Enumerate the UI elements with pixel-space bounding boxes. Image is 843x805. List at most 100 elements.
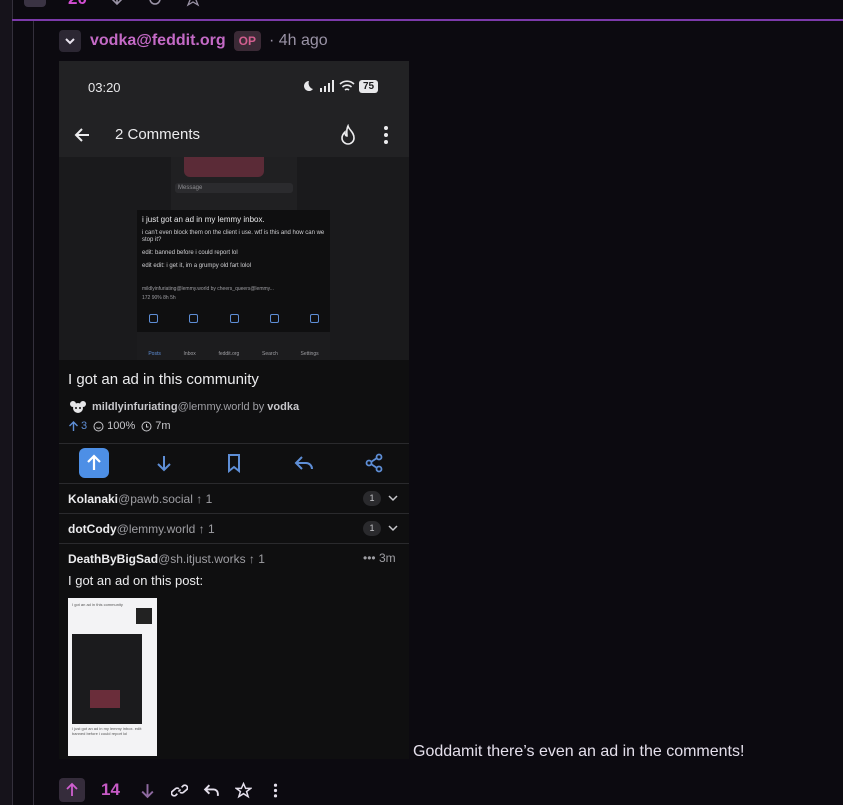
thumb-post-title: I got an ad in this community <box>72 602 123 607</box>
nested-image-fragment <box>184 157 264 177</box>
parent-upvote-button[interactable] <box>24 0 46 7</box>
post-upvote-button <box>79 448 109 478</box>
post-votes: 3 <box>81 420 88 432</box>
nested-post-title: i just got an ad in my lemmy inbox. <box>142 215 265 224</box>
nested-meta-line: mildlyinfuriating@lemmy.world by cheers_… <box>142 286 274 292</box>
arrow-down-icon <box>141 783 153 798</box>
reply-author: dotCody@lemmy.world ↑ 1 <box>68 522 215 536</box>
parent-star-icon[interactable] <box>185 0 201 7</box>
nested-bottom-nav: Posts Inbox feddit.org Search Settings <box>137 332 330 360</box>
thumb-dark-area <box>72 634 142 724</box>
comment-actions: 14 <box>59 778 285 802</box>
status-icons: 75 <box>299 79 379 93</box>
nested-action-icon <box>229 314 239 323</box>
nested-post-body: i can't even block them on the client i … <box>142 230 327 276</box>
nested-nav-settings: Settings <box>300 351 319 357</box>
upvote-button[interactable] <box>59 778 85 802</box>
sub-thread-line[interactable] <box>33 21 34 805</box>
smiley-icon <box>93 421 104 431</box>
reply-author: DeathByBigSad@sh.itjust.works ↑ 1 <box>68 552 265 566</box>
parent-downvote-icon[interactable] <box>109 0 125 7</box>
collapse-button[interactable] <box>59 30 81 52</box>
post-card: I got an ad in this community mildlyinfu… <box>59 360 409 443</box>
reply-icon <box>294 456 313 470</box>
screenshot-image[interactable]: 03:20 75 2 Comments Message i just got a… <box>59 61 409 759</box>
reply-icon <box>203 784 219 796</box>
nested-message-field: Message <box>175 183 293 193</box>
reply-username: DeathByBigSad <box>68 552 159 566</box>
post-stats: 3 100% 7m <box>68 420 171 432</box>
nested-post-actions <box>149 314 319 326</box>
share-icon <box>365 453 383 473</box>
thumb-mini-image <box>136 608 152 624</box>
reply-instance: @pawb.social <box>118 492 193 506</box>
by-label: by <box>252 401 265 413</box>
phone-status-bar: 03:20 75 <box>59 61 409 113</box>
kebab-menu-icon <box>384 126 388 144</box>
reply-button[interactable] <box>201 780 221 800</box>
battery-indicator: 75 <box>359 79 379 93</box>
reply-row: dotCody@lemmy.world ↑ 1 1 <box>59 513 409 543</box>
reply-votes: 1 <box>207 522 215 536</box>
status-time: 03:20 <box>88 80 121 95</box>
wifi-icon <box>339 80 355 91</box>
parent-comment-actions: 20 <box>24 0 201 8</box>
comment-score: 14 <box>101 780 120 799</box>
save-button[interactable] <box>233 780 253 800</box>
reply-instance: @lemmy.world <box>116 522 196 536</box>
nested-body-line: edit: banned before i could report lol <box>142 250 238 256</box>
more-options-button[interactable] <box>265 780 285 800</box>
post-action-bar <box>59 443 409 483</box>
nested-nav-search: Search <box>262 351 278 357</box>
community-avatar-icon <box>70 401 86 413</box>
chevron-down-icon <box>388 525 398 532</box>
reply-text: I got an ad on this post: <box>68 573 204 588</box>
op-badge: OP <box>233 31 261 51</box>
phone-app-bar: 2 Comments <box>59 113 409 157</box>
post-author: vodka <box>267 401 300 413</box>
upvote-small-icon <box>69 420 78 431</box>
post-reply-button <box>289 448 319 478</box>
nested-nav-instance: feddit.org <box>218 351 240 357</box>
back-arrow-icon <box>74 128 89 142</box>
comment-author[interactable]: vodka@feddit.org <box>90 32 226 50</box>
reply-username: Kolanaki <box>68 492 119 506</box>
community-name: mildlyinfuriating <box>92 401 178 413</box>
nested-action-icon <box>149 314 158 323</box>
kebab-menu-icon <box>273 783 277 797</box>
nested-post-meta: mildlyinfuriating@lemmy.world by cheers_… <box>142 286 274 301</box>
moon-icon <box>304 81 313 91</box>
post-age: 7m <box>155 420 171 432</box>
reply-votes: 1 <box>205 492 213 506</box>
link-icon <box>170 783 188 797</box>
left-rail <box>0 0 12 805</box>
signal-icon <box>320 80 334 92</box>
nested-action-icon <box>189 314 199 323</box>
bookmark-icon <box>228 454 240 473</box>
reply-count-badge: 1 <box>363 521 381 536</box>
post-title: I got an ad in this community <box>68 371 259 388</box>
flame-icon <box>341 124 355 145</box>
community-instance: @lemmy.world <box>177 401 250 413</box>
reply-username: dotCody <box>68 522 117 536</box>
nested-nav-inbox: Inbox <box>183 351 196 357</box>
downvote-button[interactable] <box>137 780 157 800</box>
nested-stats-line: 172 90% 8h 5h <box>142 295 176 301</box>
reply-votes: 1 <box>258 552 265 566</box>
chevron-down-icon <box>388 495 398 502</box>
nested-action-icon <box>269 314 279 323</box>
post-community-line: mildlyinfuriating @lemmy.world by vodka <box>68 400 299 414</box>
arrow-up-icon <box>66 782 78 796</box>
reply-time: ••• 3m <box>363 551 396 565</box>
nested-post-card: i just got an ad in my lemmy inbox. i ca… <box>137 210 330 360</box>
thumb-footer-text: I just got an ad in my lemmy inbox. edit… <box>72 726 143 736</box>
reply-author: Kolanaki@pawb.social ↑ 1 <box>68 492 213 506</box>
permalink-button[interactable] <box>169 780 189 800</box>
parent-link-icon[interactable] <box>147 0 163 7</box>
comment-divider <box>12 19 843 21</box>
phone-app-title: 2 Comments <box>115 126 201 143</box>
post-ratio: 100% <box>107 420 136 432</box>
expanded-reply: DeathByBigSad@sh.itjust.works ↑ 1 ••• 3m… <box>59 543 409 759</box>
thread-line[interactable] <box>12 0 13 805</box>
reply-count-badge: 1 <box>363 491 381 506</box>
